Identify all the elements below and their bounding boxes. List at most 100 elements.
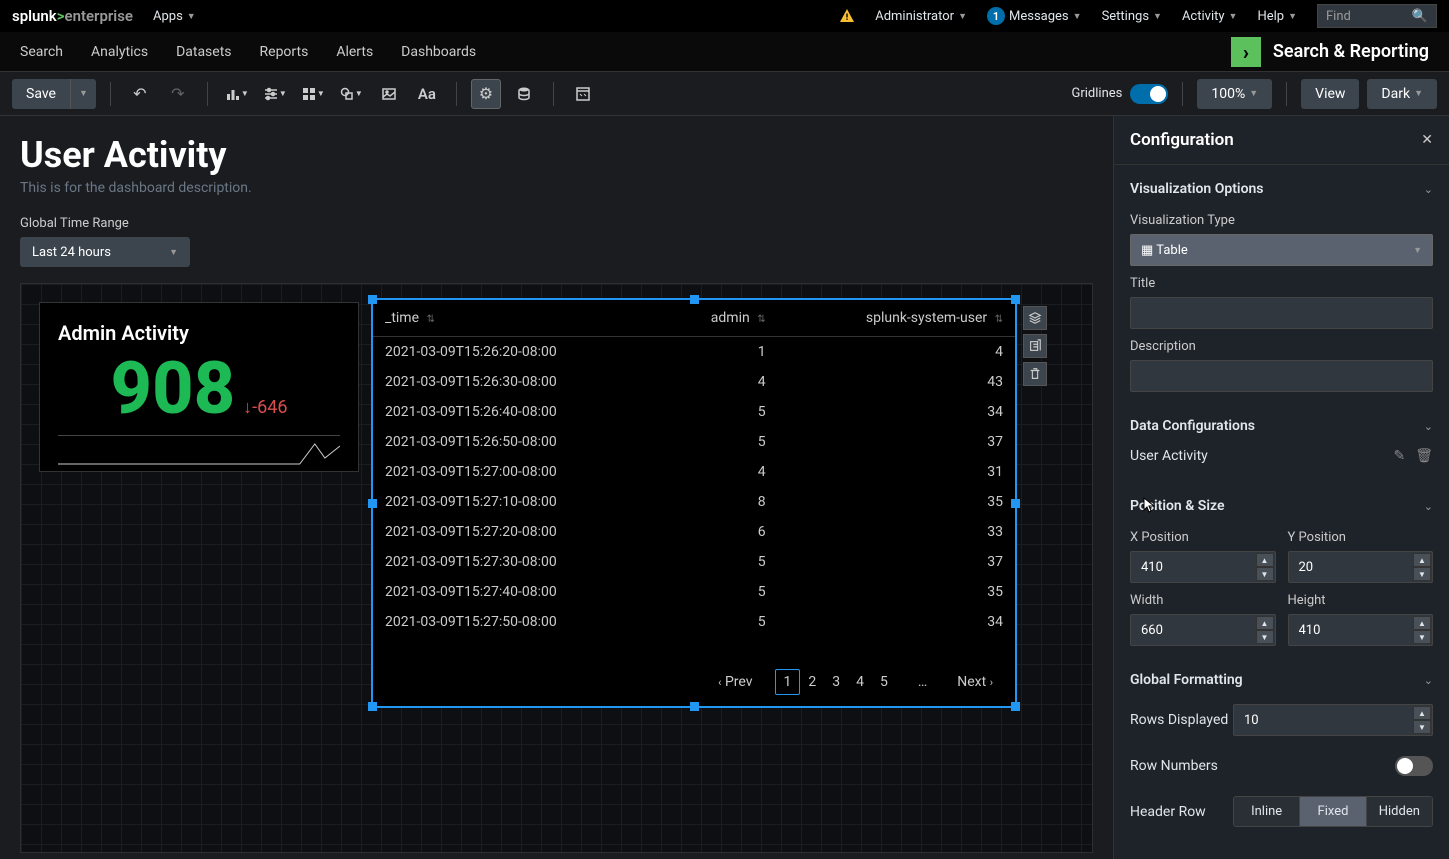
table-row[interactable]: 2021-03-09T15:27:50-08:00534 bbox=[373, 607, 1015, 637]
rows-displayed-input[interactable] bbox=[1233, 704, 1433, 736]
app-tab-search[interactable]: Search bbox=[20, 44, 63, 60]
global-find-input[interactable]: Find🔍 bbox=[1317, 4, 1437, 28]
gridlines-toggle[interactable] bbox=[1130, 84, 1168, 104]
table-row[interactable]: 2021-03-09T15:26:40-08:00534 bbox=[373, 397, 1015, 427]
step-down-icon[interactable]: ▼ bbox=[1413, 720, 1431, 734]
add-chart-button[interactable]: ▼ bbox=[222, 79, 252, 109]
column-header[interactable]: admin ⇅ bbox=[661, 300, 777, 337]
delete-icon[interactable]: 🗑 bbox=[1415, 448, 1433, 464]
resize-handle[interactable] bbox=[1011, 295, 1020, 304]
table-widget[interactable]: _time ⇅admin ⇅splunk-system-user ⇅ 2021-… bbox=[371, 298, 1017, 708]
app-tab-reports[interactable]: Reports bbox=[260, 44, 309, 60]
pager-page[interactable]: 5 bbox=[872, 670, 896, 694]
apps-menu[interactable]: Apps ▼ bbox=[153, 9, 196, 24]
pager-page[interactable]: 2 bbox=[800, 670, 824, 694]
settings-menu[interactable]: Settings ▼ bbox=[1102, 9, 1162, 24]
source-code-button[interactable] bbox=[568, 79, 598, 109]
viz-options-section[interactable]: Visualization Options ⌄ bbox=[1130, 175, 1433, 203]
time-range-picker[interactable]: Last 24 hours▼ bbox=[20, 237, 190, 267]
step-down-icon[interactable]: ▼ bbox=[1413, 630, 1431, 644]
warning-icon[interactable] bbox=[839, 8, 855, 24]
step-down-icon[interactable]: ▼ bbox=[1413, 567, 1431, 581]
viz-type-select[interactable]: ▦ Table ▼ bbox=[1130, 234, 1433, 266]
zoom-dropdown[interactable]: 100% ▼ bbox=[1197, 79, 1272, 109]
add-grid-button[interactable]: ▼ bbox=[298, 79, 328, 109]
table-row[interactable]: 2021-03-09T15:26:30-08:00443 bbox=[373, 367, 1015, 397]
table-row[interactable]: 2021-03-09T15:27:30-08:00537 bbox=[373, 547, 1015, 577]
title-input[interactable] bbox=[1130, 297, 1433, 329]
close-icon[interactable]: ✕ bbox=[1421, 132, 1433, 148]
data-sources-button[interactable] bbox=[509, 79, 539, 109]
add-image-button[interactable] bbox=[374, 79, 404, 109]
resize-handle[interactable] bbox=[368, 499, 377, 508]
resize-handle[interactable] bbox=[368, 295, 377, 304]
resize-handle[interactable] bbox=[1011, 702, 1020, 711]
data-config-section[interactable]: Data Configurations ⌄ bbox=[1130, 412, 1433, 440]
pager-page[interactable]: 1 bbox=[775, 669, 801, 695]
help-menu[interactable]: Help ▼ bbox=[1257, 9, 1297, 24]
height-input[interactable] bbox=[1288, 614, 1434, 646]
step-up-icon[interactable]: ▲ bbox=[1256, 616, 1274, 630]
resize-handle[interactable] bbox=[1011, 499, 1020, 508]
header-row-inline[interactable]: Inline bbox=[1234, 797, 1300, 826]
table-row[interactable]: 2021-03-09T15:27:40-08:00535 bbox=[373, 577, 1015, 607]
global-formatting-section[interactable]: Global Formatting ⌄ bbox=[1130, 666, 1433, 694]
administrator-menu[interactable]: Administrator ▼ bbox=[875, 9, 967, 24]
table-row[interactable]: 2021-03-09T15:27:10-08:00835 bbox=[373, 487, 1015, 517]
step-up-icon[interactable]: ▲ bbox=[1413, 616, 1431, 630]
header-row-label: Header Row bbox=[1130, 804, 1206, 820]
description-input[interactable] bbox=[1130, 360, 1433, 392]
resize-handle[interactable] bbox=[690, 702, 699, 711]
edit-icon[interactable]: ✎ bbox=[1393, 448, 1405, 464]
header-row-fixed[interactable]: Fixed bbox=[1300, 797, 1366, 826]
table-row[interactable]: 2021-03-09T15:27:20-08:00633 bbox=[373, 517, 1015, 547]
x-position-input[interactable] bbox=[1130, 551, 1276, 583]
undo-button[interactable]: ↶ bbox=[125, 79, 155, 109]
delete-icon[interactable] bbox=[1023, 362, 1047, 386]
save-button[interactable]: Save bbox=[12, 79, 70, 109]
pager-next[interactable]: Next › bbox=[949, 670, 1001, 694]
messages-menu[interactable]: 1 Messages ▼ bbox=[987, 7, 1082, 25]
table-row[interactable]: 2021-03-09T15:26:20-08:0014 bbox=[373, 337, 1015, 368]
splunk-logo[interactable]: splunk>enterprise bbox=[12, 7, 133, 25]
activity-menu[interactable]: Activity ▼ bbox=[1182, 9, 1237, 24]
settings-gear-button[interactable]: ⚙ bbox=[471, 79, 501, 109]
save-dropdown[interactable]: ▼ bbox=[70, 79, 96, 109]
position-size-section[interactable]: Position & Size ⌄ bbox=[1130, 492, 1433, 520]
theme-dropdown[interactable]: Dark ▼ bbox=[1367, 79, 1437, 109]
resize-handle[interactable] bbox=[690, 295, 699, 304]
app-tab-alerts[interactable]: Alerts bbox=[336, 44, 373, 60]
resize-handle[interactable] bbox=[368, 702, 377, 711]
app-tab-datasets[interactable]: Datasets bbox=[176, 44, 231, 60]
layers-icon[interactable] bbox=[1023, 306, 1047, 330]
step-down-icon[interactable]: ▼ bbox=[1256, 630, 1274, 644]
add-shape-button[interactable]: ▼ bbox=[336, 79, 366, 109]
duplicate-icon[interactable] bbox=[1023, 334, 1047, 358]
app-tab-dashboards[interactable]: Dashboards bbox=[401, 44, 476, 60]
table-row[interactable]: 2021-03-09T15:26:50-08:00537 bbox=[373, 427, 1015, 457]
column-header[interactable]: _time ⇅ bbox=[373, 300, 661, 337]
step-up-icon[interactable]: ▲ bbox=[1413, 553, 1431, 567]
search-reporting-icon[interactable]: › bbox=[1231, 37, 1261, 67]
step-up-icon[interactable]: ▲ bbox=[1256, 553, 1274, 567]
pager-page[interactable]: 4 bbox=[848, 670, 872, 694]
row-numbers-toggle[interactable] bbox=[1395, 756, 1433, 776]
toolbar-divider bbox=[456, 82, 457, 106]
app-tab-analytics[interactable]: Analytics bbox=[91, 44, 148, 60]
pager-prev[interactable]: ‹ Prev bbox=[710, 670, 760, 694]
view-button[interactable]: View bbox=[1301, 79, 1359, 109]
header-row-hidden[interactable]: Hidden bbox=[1367, 797, 1432, 826]
table-row[interactable]: 2021-03-09T15:27:00-08:00431 bbox=[373, 457, 1015, 487]
column-header[interactable]: splunk-system-user ⇅ bbox=[778, 300, 1015, 337]
add-controls-button[interactable]: ▼ bbox=[260, 79, 290, 109]
add-text-button[interactable]: Aa bbox=[412, 79, 442, 109]
redo-button[interactable]: ↷ bbox=[163, 79, 193, 109]
admin-activity-widget[interactable]: Admin Activity 908 ↓-646 bbox=[39, 302, 359, 472]
width-input[interactable] bbox=[1130, 614, 1276, 646]
y-position-input[interactable] bbox=[1288, 551, 1434, 583]
step-down-icon[interactable]: ▼ bbox=[1256, 567, 1274, 581]
dashboard-grid[interactable]: Admin Activity 908 ↓-646 bbox=[20, 283, 1093, 853]
save-button-group: Save ▼ bbox=[12, 79, 96, 109]
pager-page[interactable]: 3 bbox=[824, 670, 848, 694]
step-up-icon[interactable]: ▲ bbox=[1413, 706, 1431, 720]
